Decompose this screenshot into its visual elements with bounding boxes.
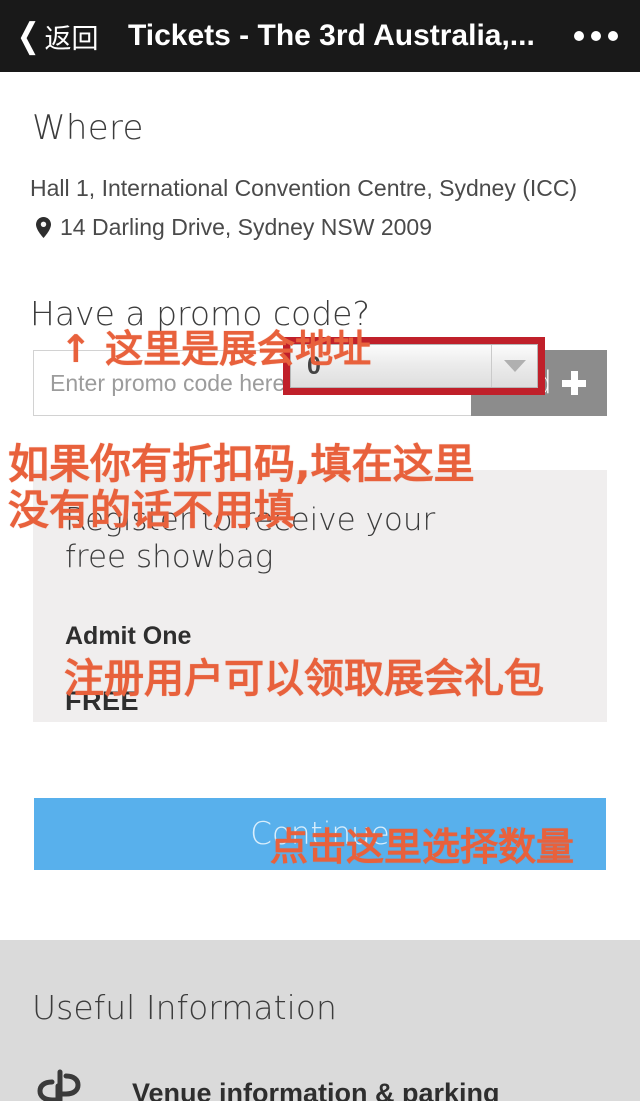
ticket-card: Register to receive your free showbag Ad… (33, 470, 607, 722)
quantity-arrow-button[interactable] (491, 345, 537, 387)
continue-button[interactable]: Continue (34, 798, 606, 870)
venue-parking-icon (30, 1064, 88, 1101)
useful-information-section: Useful Information Venue information & p… (0, 940, 640, 1101)
ticket-price: FREE (65, 686, 140, 716)
quantity-value: 0 (307, 351, 321, 380)
back-button-label: 返回 (44, 23, 99, 55)
quantity-select[interactable]: 0 (290, 344, 538, 388)
useful-row-venue-parking[interactable]: Venue information & parking (30, 1064, 610, 1101)
ticket-admit-label: Admit One (65, 622, 192, 650)
venue-name: Hall 1, International Convention Centre,… (30, 175, 578, 201)
venue-address-text: 14 Darling Drive, Sydney NSW 2009 (60, 214, 432, 240)
app-header: ❮ 返回 Tickets - The 3rd Australia,... (0, 0, 640, 72)
more-options-icon[interactable] (574, 0, 618, 72)
dot-3 (608, 31, 618, 41)
chevron-down-icon (503, 360, 526, 372)
map-pin-icon (36, 217, 51, 238)
where-heading: Where (32, 108, 144, 148)
ticket-name: Register to receive your free showbag (65, 502, 436, 575)
venue-address-row: 14 Darling Drive, Sydney NSW 2009 (36, 214, 432, 241)
back-button[interactable]: ❮ 返回 (14, 0, 99, 72)
dot-2 (591, 31, 601, 41)
quantity-highlight-box: 0 (283, 337, 545, 395)
page-title: Tickets - The 3rd Australia,... (128, 19, 535, 52)
plus-icon (562, 371, 587, 395)
useful-information-heading: Useful Information (32, 988, 337, 1027)
dot-1 (574, 31, 584, 41)
useful-row-label: Venue information & parking (132, 1077, 500, 1101)
page-content: Where Hall 1, International Convention C… (0, 72, 640, 1101)
promo-heading: Have a promo code? (30, 294, 370, 333)
app-screen: ❮ 返回 Tickets - The 3rd Australia,... Whe… (0, 0, 640, 1101)
chevron-left-icon: ❮ (16, 17, 40, 55)
